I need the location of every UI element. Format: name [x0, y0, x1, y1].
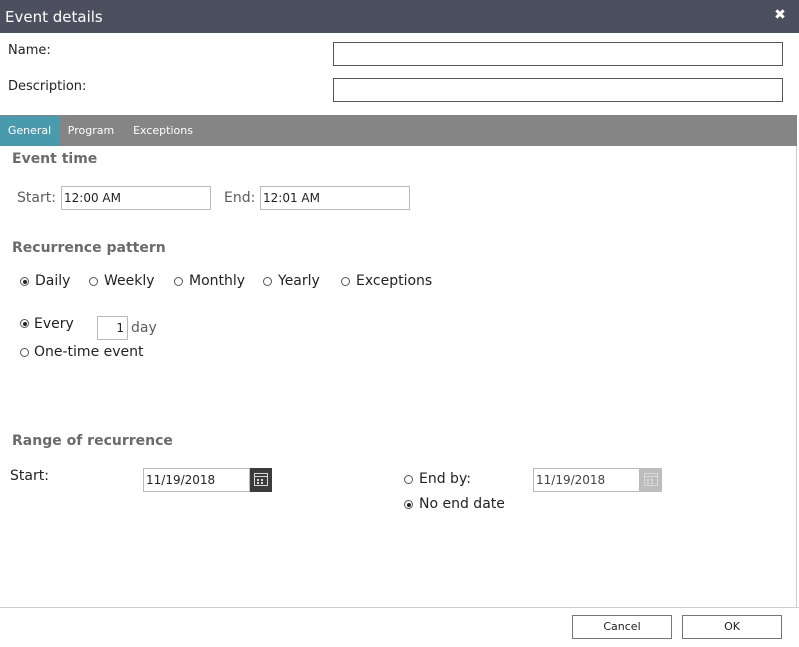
dialog-title: Event details — [5, 8, 103, 26]
monthly-label: Monthly — [189, 273, 246, 289]
end-by-date-input[interactable]: 11/19/2018 — [533, 468, 640, 492]
end-time-label: End: — [224, 190, 256, 206]
yearly-label: Yearly — [278, 273, 320, 289]
cancel-button[interactable]: Cancel — [572, 615, 672, 639]
exceptions-radio[interactable] — [341, 277, 350, 286]
one-time-event-label: One-time event — [34, 344, 144, 360]
ok-button[interactable]: OK — [682, 615, 782, 639]
every-count-input[interactable]: 1 — [97, 316, 128, 340]
end-by-radio[interactable] — [404, 475, 413, 484]
tab-bar: General Program Exceptions — [0, 115, 797, 146]
no-end-date-label: No end date — [419, 496, 505, 512]
end-by-calendar-button[interactable] — [640, 468, 662, 492]
calendar-icon — [644, 473, 658, 486]
name-label: Name: — [8, 43, 51, 58]
calendar-icon — [254, 473, 268, 486]
range-start-date-input[interactable]: 11/19/2018 — [143, 468, 250, 492]
daily-label: Daily — [35, 273, 71, 289]
tab-program[interactable]: Program — [59, 115, 123, 146]
range-of-recurrence-heading: Range of recurrence — [12, 433, 173, 449]
name-input[interactable] — [333, 42, 783, 66]
range-start-calendar-button[interactable] — [250, 468, 272, 492]
every-label: Every — [34, 316, 74, 332]
close-icon[interactable]: ✖ — [773, 8, 787, 22]
event-time-heading: Event time — [12, 151, 98, 167]
daily-radio[interactable] — [20, 277, 29, 286]
every-unit-label: day — [131, 320, 157, 336]
one-time-event-radio[interactable] — [20, 348, 29, 357]
dialog-title-bar: Event details ✖ — [0, 0, 799, 33]
no-end-date-radio[interactable] — [404, 500, 413, 509]
end-by-label: End by: — [419, 471, 471, 487]
exceptions-label: Exceptions — [356, 273, 433, 289]
every-radio[interactable] — [20, 319, 29, 328]
footer-divider — [0, 607, 799, 608]
range-start-label: Start: — [10, 468, 49, 484]
weekly-label: Weekly — [104, 273, 155, 289]
general-panel — [0, 146, 797, 608]
start-time-input[interactable]: 12:00 AM — [61, 186, 211, 210]
weekly-radio[interactable] — [89, 277, 98, 286]
start-time-label: Start: — [17, 190, 56, 206]
monthly-radio[interactable] — [174, 277, 183, 286]
end-time-input[interactable]: 12:01 AM — [260, 186, 410, 210]
tab-general[interactable]: General — [0, 115, 59, 146]
description-input[interactable] — [333, 78, 783, 102]
recurrence-pattern-heading: Recurrence pattern — [12, 240, 166, 256]
yearly-radio[interactable] — [263, 277, 272, 286]
description-label: Description: — [8, 79, 87, 94]
tab-exceptions[interactable]: Exceptions — [123, 115, 203, 146]
